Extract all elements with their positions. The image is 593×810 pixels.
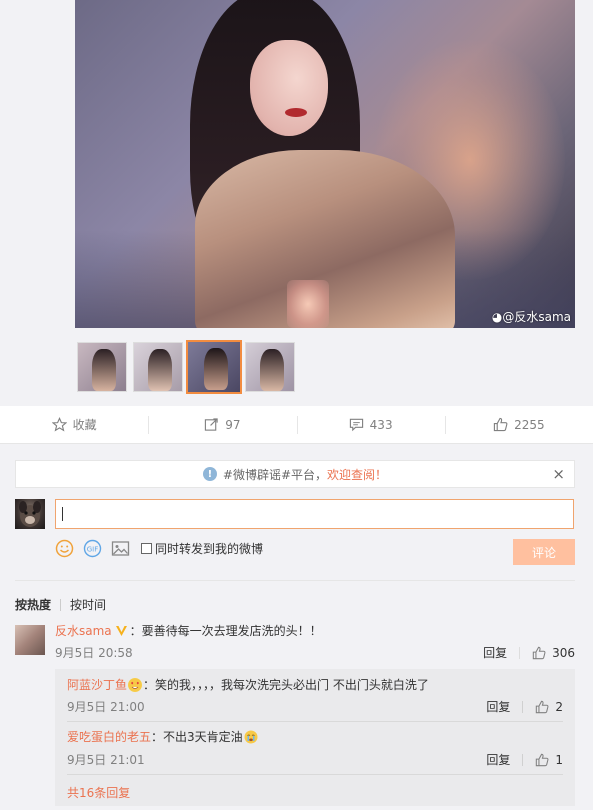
view-all-replies-link[interactable]: 共16条回复 bbox=[67, 784, 130, 801]
thumbnail-1[interactable] bbox=[77, 342, 127, 392]
divider bbox=[15, 580, 575, 581]
gif-icon[interactable]: GIF bbox=[83, 539, 102, 558]
sort-by-hot-tab[interactable]: 按热度 bbox=[15, 596, 51, 613]
comment-like-count: 306 bbox=[552, 645, 575, 660]
reply-like-count: 2 bbox=[555, 699, 563, 714]
image-icon[interactable] bbox=[111, 539, 130, 558]
photo-watermark: ◕@反水sama bbox=[491, 310, 571, 324]
reply-like-button[interactable]: 2 bbox=[535, 700, 563, 714]
repost-count: 97 bbox=[225, 417, 241, 432]
favorite-button[interactable]: 收藏 bbox=[0, 406, 148, 443]
thumbs-up-icon bbox=[493, 417, 508, 432]
sort-tabs: 按热度 按时间 bbox=[15, 596, 106, 613]
thumbnail-3-active[interactable] bbox=[186, 340, 242, 394]
reply-user-name[interactable]: 阿蓝沙丁鱼 bbox=[67, 676, 127, 693]
ops-divider bbox=[519, 646, 521, 659]
reply-reply-button[interactable]: 回复 bbox=[486, 751, 510, 768]
reply-divider bbox=[67, 774, 563, 775]
thumbs-up-icon bbox=[536, 753, 549, 766]
verified-badge-icon bbox=[115, 624, 128, 637]
svg-text:GIF: GIF bbox=[87, 545, 99, 553]
my-avatar[interactable] bbox=[15, 499, 45, 529]
ops-divider bbox=[522, 753, 524, 766]
also-repost-label: 同时转发到我的微博 bbox=[155, 541, 264, 556]
notice-close-icon[interactable]: × bbox=[552, 466, 565, 482]
thumbs-up-icon bbox=[532, 646, 546, 659]
reply-item: 爱吃蛋白的老五 ：不出3天肯定油 bbox=[67, 728, 259, 745]
reply-text: ：笑的我，，，，我每次洗完头必出门 不出门头就白洗了 bbox=[143, 678, 429, 692]
comment-content: 反水sama ：要善待每一次去理发店洗的头！！ bbox=[55, 622, 322, 639]
submit-comment-button[interactable]: 评论 bbox=[513, 539, 575, 565]
comment-button[interactable]: 433 bbox=[296, 406, 445, 450]
reply-time: 9月5日 21:01 bbox=[67, 753, 145, 767]
comment-count: 433 bbox=[369, 417, 393, 432]
composer-toolbar: GIF 同时转发到我的微博 bbox=[55, 538, 263, 558]
repost-button[interactable]: 97 bbox=[148, 406, 296, 443]
reply-like-button[interactable]: 1 bbox=[535, 753, 563, 767]
favorite-label: 收藏 bbox=[72, 418, 97, 432]
reply-actions: 回复 2 bbox=[486, 698, 563, 715]
post-action-bar: 收藏 97 433 2255 bbox=[0, 406, 593, 450]
star-icon bbox=[51, 417, 67, 432]
also-repost-checkbox[interactable]: 同时转发到我的微博 bbox=[141, 540, 263, 557]
heart-eyes-emoji-icon bbox=[128, 677, 143, 692]
reply-text: ：不出3天肯定油 bbox=[151, 730, 243, 744]
emoji-icon[interactable] bbox=[55, 539, 74, 558]
like-button[interactable]: 2255 bbox=[444, 406, 593, 443]
commenter-name[interactable]: 反水sama bbox=[55, 622, 112, 639]
reply-actions: 回复 1 bbox=[486, 751, 563, 768]
info-icon: ! bbox=[202, 467, 217, 481]
reply-user-name[interactable]: 爱吃蛋白的老五 bbox=[67, 728, 151, 745]
like-count: 2255 bbox=[514, 417, 545, 432]
dog-avatar-image bbox=[19, 501, 41, 527]
comment-time: 9月5日 20:58 bbox=[55, 646, 133, 660]
comment-reply-button[interactable]: 回复 bbox=[483, 644, 507, 661]
ops-divider bbox=[522, 700, 524, 713]
notice-text: #微博辟谣#平台， bbox=[222, 467, 328, 482]
thumbnail-2[interactable] bbox=[133, 342, 183, 392]
reply-item: 阿蓝沙丁鱼 ：笑的我，，，，我每次洗完头必出门 不出门头就白洗了 bbox=[67, 676, 429, 693]
crying-emoji-icon bbox=[244, 730, 258, 744]
reply-like-count: 1 bbox=[555, 752, 563, 767]
sort-divider bbox=[60, 598, 62, 611]
rumor-notice-banner: ! #微博辟谣#平台， 欢迎查阅！ × bbox=[15, 460, 575, 488]
notice-link[interactable]: 欢迎查阅！ bbox=[327, 466, 387, 483]
photo-lips bbox=[285, 108, 307, 117]
weibo-icon: ◕ bbox=[491, 310, 503, 324]
photo-face bbox=[250, 40, 328, 136]
text-caret bbox=[62, 507, 63, 521]
comment-input[interactable] bbox=[55, 499, 574, 529]
comment-text: ：要善待每一次去理发店洗的头！！ bbox=[129, 624, 322, 638]
comment-like-button[interactable]: 306 bbox=[532, 646, 575, 660]
reply-time: 9月5日 21:00 bbox=[67, 700, 145, 714]
commenter-avatar[interactable] bbox=[15, 625, 45, 655]
post-photo[interactable]: ◕@反水sama bbox=[75, 0, 575, 328]
replies-box: 阿蓝沙丁鱼 ：笑的我，，，，我每次洗完头必出门 不出门头就白洗了 9月5日 21… bbox=[55, 669, 575, 806]
sort-by-time-tab[interactable]: 按时间 bbox=[70, 596, 106, 613]
comment-actions: 回复 306 bbox=[483, 644, 575, 661]
repost-icon bbox=[205, 418, 218, 431]
thumbnail-4[interactable] bbox=[245, 342, 295, 392]
reply-reply-button[interactable]: 回复 bbox=[486, 698, 510, 715]
reply-divider bbox=[67, 721, 563, 722]
photo-glass bbox=[287, 280, 329, 328]
thumbs-up-icon bbox=[536, 700, 549, 713]
comment-icon bbox=[349, 418, 363, 432]
checkbox-box[interactable] bbox=[141, 542, 152, 554]
